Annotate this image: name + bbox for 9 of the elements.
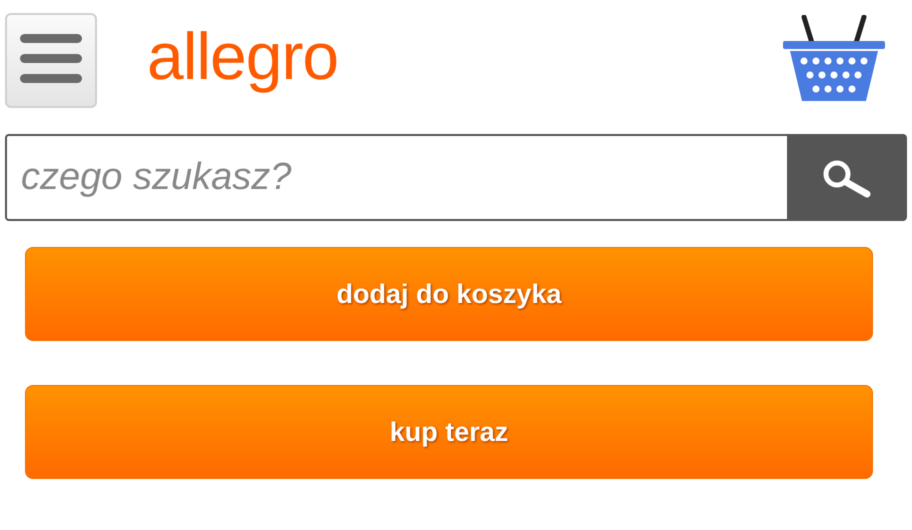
search-icon bbox=[821, 158, 873, 198]
action-button[interactable]: dodaj do koszyka bbox=[25, 247, 873, 341]
search-button[interactable] bbox=[787, 134, 907, 221]
search-field[interactable]: czego szukasz? bbox=[5, 134, 787, 221]
basket-icon[interactable] bbox=[782, 15, 886, 103]
menu-button[interactable] bbox=[5, 12, 97, 108]
menu-icon bbox=[20, 34, 82, 86]
logo[interactable]: allegro bbox=[147, 18, 782, 100]
action-button[interactable]: kup teraz bbox=[25, 385, 873, 479]
